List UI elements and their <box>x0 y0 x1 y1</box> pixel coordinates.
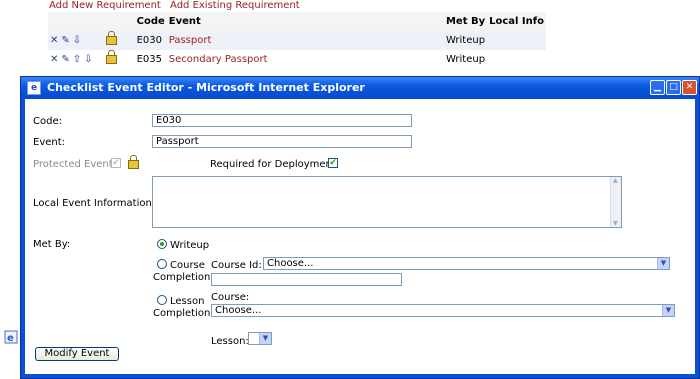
met-by-column-header: Met By <box>443 12 488 31</box>
course-id-label: Course Id: <box>211 260 262 271</box>
course-id-select[interactable]: Choose... ▼ <box>263 257 670 270</box>
course-id-selected-value: Choose... <box>267 258 314 269</box>
edit-icon[interactable]: ✎ <box>61 35 69 46</box>
code-field[interactable] <box>152 114 412 127</box>
course-completion-label-line1: Course <box>170 260 205 271</box>
lock-icon <box>105 30 117 45</box>
move-up-icon[interactable]: ⇧ <box>73 54 81 65</box>
table-row: ✕ ✎ ⇧ ⇩ E035 Secondary Passport Writeup <box>48 49 546 69</box>
textarea-scrollbar[interactable] <box>610 177 621 227</box>
lesson-label: Lesson: <box>211 336 249 347</box>
local-info-column-header: Local Info <box>487 12 546 31</box>
code-column-header: Code <box>134 12 167 31</box>
maximize-icon[interactable]: □ <box>666 80 681 95</box>
move-down-icon[interactable]: ⇩ <box>84 54 92 65</box>
event-label: Event: <box>33 137 66 148</box>
row-event-link[interactable]: Passport <box>166 31 444 50</box>
row-event-link[interactable]: Secondary Passport <box>166 50 444 69</box>
chevron-down-icon[interactable]: ▼ <box>259 333 271 344</box>
dialog-body: Code: Event: Protected Event ✔ Required … <box>25 99 695 374</box>
local-event-information-textarea[interactable] <box>152 176 622 228</box>
course-label: Course: <box>211 292 250 303</box>
writeup-radio-label: Writeup <box>170 240 210 251</box>
lesson-completion-radio[interactable] <box>157 295 167 305</box>
row-code: E030 <box>134 31 167 50</box>
row-met-by: Writeup <box>443 31 488 50</box>
chevron-down-icon[interactable]: ▼ <box>662 305 674 316</box>
add-existing-requirement-link[interactable]: Add Existing Requirement <box>170 0 300 11</box>
table-row: ✕ ✎ ⇩ E030 Passport Writeup <box>48 30 546 50</box>
edit-icon[interactable]: ✎ <box>61 54 69 65</box>
met-by-label: Met By: <box>33 239 71 250</box>
checklist-event-editor-window: e Checklist Event Editor - Microsoft Int… <box>20 76 700 379</box>
minimize-icon[interactable]: ▁ <box>650 80 665 95</box>
course-selected-value: Choose... <box>215 305 262 316</box>
move-down-icon[interactable]: ⇩ <box>73 35 81 46</box>
row-met-by: Writeup <box>443 50 488 69</box>
course-completion-radio[interactable] <box>157 259 167 269</box>
protected-event-label: Protected Event <box>33 159 113 170</box>
modify-event-button[interactable]: Modify Event <box>35 347 119 361</box>
local-event-information-label: Local Event Information: <box>33 198 156 209</box>
required-for-deployment-checkbox[interactable]: ✔ <box>328 158 338 168</box>
required-for-deployment-label: Required for Deployment <box>210 159 336 170</box>
course-id-text-field[interactable] <box>211 273 402 286</box>
lesson-completion-label-line1: Lesson <box>170 296 205 307</box>
svg-text:e: e <box>7 333 14 344</box>
ie-page-icon: e <box>27 81 41 95</box>
course-select[interactable]: Choose... ▼ <box>211 304 675 317</box>
lock-icon <box>105 49 117 64</box>
course-completion-label-line2: Completion <box>153 272 211 283</box>
delete-icon[interactable]: ✕ <box>50 35 58 46</box>
chevron-down-icon[interactable]: ▼ <box>657 258 669 269</box>
lock-icon <box>128 155 139 169</box>
close-icon[interactable]: ✕ <box>682 80 697 95</box>
window-title: Checklist Event Editor - Microsoft Inter… <box>47 81 365 94</box>
lesson-select[interactable]: ▼ <box>248 332 272 345</box>
requirements-table: Code Event Met By Local Info ✕ ✎ ⇩ E030 Pa… <box>48 12 546 69</box>
code-label: Code: <box>33 116 62 127</box>
ie-page-icon: e <box>4 330 18 344</box>
row-code: E035 <box>134 50 167 69</box>
protected-event-checkbox[interactable]: ✔ <box>111 158 121 168</box>
add-new-requirement-link[interactable]: Add New Requirement <box>49 0 161 11</box>
event-field[interactable] <box>152 135 412 148</box>
table-header-row: Code Event Met By Local Info <box>48 12 546 31</box>
delete-icon[interactable]: ✕ <box>50 54 58 65</box>
lesson-completion-label-line2: Completion <box>153 308 211 319</box>
writeup-radio[interactable] <box>157 239 167 249</box>
event-column-header: Event <box>166 12 444 31</box>
requirement-links: Add New Requirement Add Existing Require… <box>49 0 306 12</box>
window-title-bar[interactable]: e Checklist Event Editor - Microsoft Int… <box>21 77 699 99</box>
